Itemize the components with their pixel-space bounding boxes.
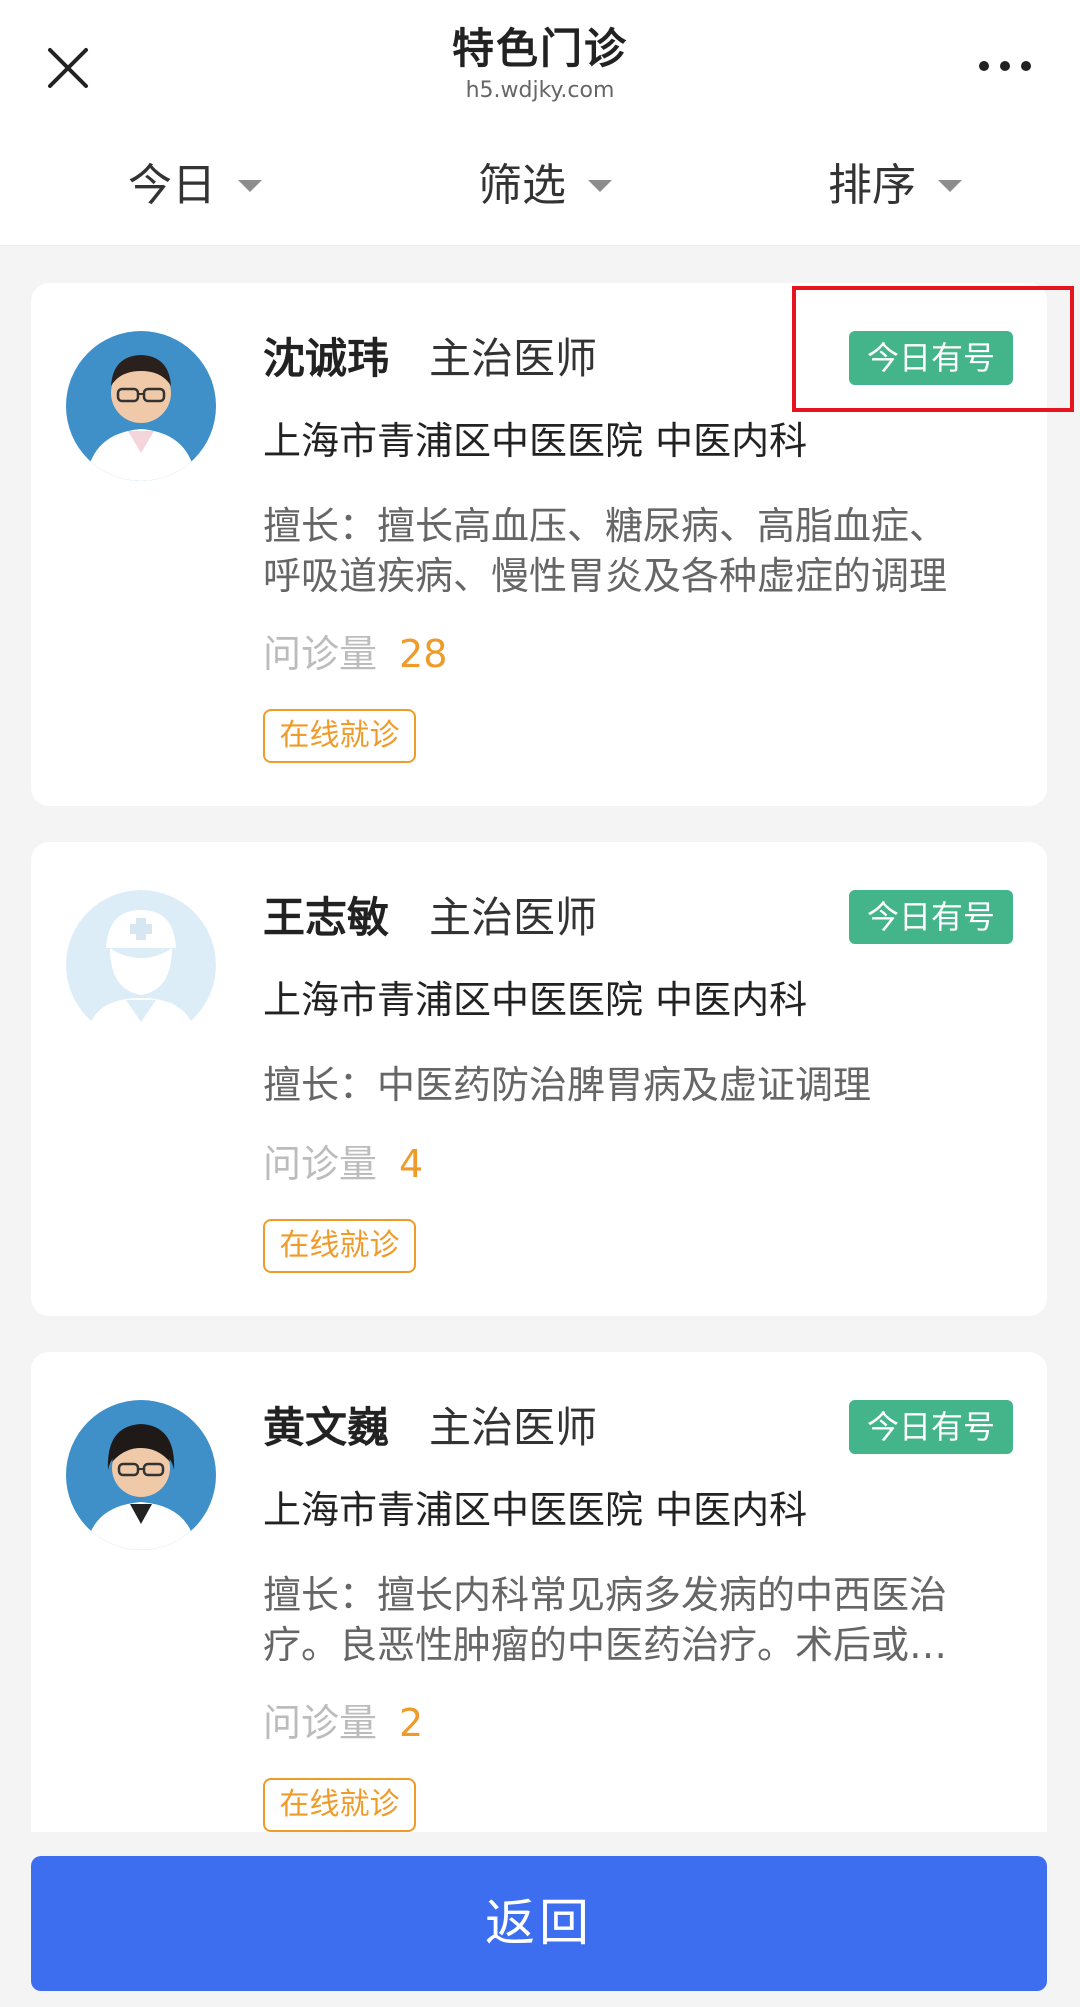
filter-bar: 今日 筛选 排序 xyxy=(0,128,1080,246)
highlight-annotation-box xyxy=(792,286,1074,412)
online-consult-button[interactable]: 在线就诊 xyxy=(263,1778,416,1832)
consult-number: 2 xyxy=(399,1701,424,1745)
specialty-line: 疗。良恶性肿瘤的中医药治疗。术后或… xyxy=(263,1623,948,1667)
doctor-specialty: 擅长：擅长高血压、糖尿病、高脂血症、 呼吸道疾病、慢性胃炎及各种虚症的调理 xyxy=(263,501,1023,601)
specialty-line: 擅长：擅长内科常见病多发病的中西医治 xyxy=(263,1573,948,1617)
doctor-title: 主治医师 xyxy=(429,893,598,942)
specialty-line: 呼吸道疾病、慢性胃炎及各种虚症的调理 xyxy=(263,554,948,598)
more-button[interactable] xyxy=(970,44,1040,84)
online-consult-button[interactable]: 在线就诊 xyxy=(263,709,416,763)
online-consult-button[interactable]: 在线就诊 xyxy=(263,1219,416,1273)
filter-today-label: 今日 xyxy=(128,160,216,211)
filter-today[interactable]: 今日 xyxy=(128,156,262,216)
specialty-line: 擅长：中医药防治脾胃病及虚证调理 xyxy=(263,1063,872,1107)
doctor-avatar xyxy=(66,331,216,481)
top-bar: 特色门诊 h5.wdjky.com xyxy=(0,0,1080,128)
more-dots-icon[interactable] xyxy=(970,44,1040,84)
consult-number: 28 xyxy=(399,632,448,676)
doctor-name: 黄文巍 xyxy=(263,1403,390,1452)
consult-label: 问诊量 xyxy=(263,632,378,676)
consult-count: 问诊量 28 xyxy=(263,629,447,679)
specialty-line: 擅长：擅长高血压、糖尿病、高脂血症、 xyxy=(263,504,948,548)
available-today-badge: 今日有号 xyxy=(849,890,1013,944)
caret-down-icon xyxy=(938,180,962,192)
doctor-card[interactable]: 黄文巍 主治医师 今日有号 上海市青浦区中医医院 中医内科 擅长：擅长内科常见病… xyxy=(31,1352,1047,1872)
caret-down-icon xyxy=(588,180,612,192)
doctor-name: 王志敏 xyxy=(263,893,390,942)
consult-label: 问诊量 xyxy=(263,1142,378,1186)
title-block: 特色门诊 h5.wdjky.com xyxy=(0,22,1080,106)
default-doctor-avatar xyxy=(66,890,216,1040)
doctor-title: 主治医师 xyxy=(429,1403,598,1452)
consult-number: 4 xyxy=(399,1142,424,1186)
filter-sort-label: 排序 xyxy=(828,160,916,211)
doctor-avatar xyxy=(66,1400,216,1550)
doctor-hospital: 上海市青浦区中医医院 中医内科 xyxy=(263,1488,808,1532)
consult-count: 问诊量 4 xyxy=(263,1139,423,1189)
doctor-title: 主治医师 xyxy=(429,334,598,383)
doctor-specialty: 擅长：擅长内科常见病多发病的中西医治 疗。良恶性肿瘤的中医药治疗。术后或… xyxy=(263,1570,1023,1670)
doctor-hospital: 上海市青浦区中医医院 中医内科 xyxy=(263,419,808,463)
filter-screen-label: 筛选 xyxy=(478,160,566,211)
caret-down-icon xyxy=(238,180,262,192)
filter-sort[interactable]: 排序 xyxy=(828,156,962,216)
doctor-card[interactable]: 王志敏 主治医师 今日有号 上海市青浦区中医医院 中医内科 擅长：中医药防治脾胃… xyxy=(31,842,1047,1316)
available-today-badge: 今日有号 xyxy=(849,1400,1013,1454)
page-host: h5.wdjky.com xyxy=(465,78,615,103)
page: 特色门诊 h5.wdjky.com 今日 筛选 排序 沈诚玮 主治医师 今日有号… xyxy=(0,0,1080,2007)
consult-count: 问诊量 2 xyxy=(263,1698,423,1748)
doctor-hospital: 上海市青浦区中医医院 中医内科 xyxy=(263,978,808,1022)
consult-label: 问诊量 xyxy=(263,1701,378,1745)
doctor-specialty: 擅长：中医药防治脾胃病及虚证调理 xyxy=(263,1060,1023,1110)
back-button[interactable]: 返回 xyxy=(31,1856,1047,1991)
filter-screen[interactable]: 筛选 xyxy=(478,156,612,216)
page-title: 特色门诊 xyxy=(451,24,628,73)
doctor-name: 沈诚玮 xyxy=(263,334,390,383)
